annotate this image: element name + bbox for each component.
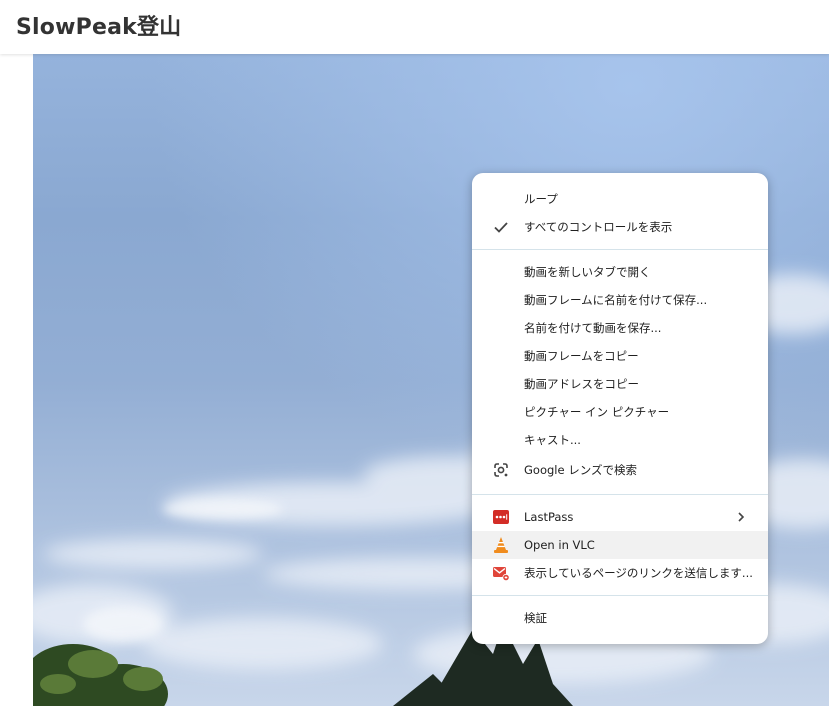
menu-item-google-lens[interactable]: Google レンズで検索 (472, 456, 768, 484)
menu-item-lastpass[interactable]: LastPass (472, 503, 768, 531)
menu-item-open-video-new-tab[interactable]: 動画を新しいタブで開く (472, 258, 768, 286)
menu-item-label: ピクチャー イン ピクチャー (524, 405, 670, 419)
menu-item-label: 検証 (524, 611, 547, 625)
menu-item-label: キャスト... (524, 433, 581, 447)
menu-item-label: 名前を付けて動画を保存... (524, 321, 662, 335)
google-lens-icon (494, 463, 508, 477)
menu-item-label: 動画を新しいタブで開く (524, 265, 651, 279)
menu-item-inspect[interactable]: 検証 (472, 604, 768, 632)
menu-item-picture-in-picture[interactable]: ピクチャー イン ピクチャー (472, 398, 768, 426)
vlc-icon (494, 537, 508, 553)
site-title[interactable]: SlowPeak登山 (16, 9, 181, 41)
menu-item-open-in-vlc[interactable]: Open in VLC (472, 531, 768, 559)
menu-item-show-all-controls[interactable]: すべてのコントロールを表示 (472, 213, 768, 241)
menu-item-label: 動画フレームをコピー (524, 349, 639, 363)
send-link-mail-icon (493, 567, 510, 582)
menu-separator (472, 249, 768, 250)
menu-item-copy-video-address[interactable]: 動画アドレスをコピー (472, 370, 768, 398)
menu-item-copy-frame[interactable]: 動画フレームをコピー (472, 342, 768, 370)
menu-item-save-frame-as[interactable]: 動画フレームに名前を付けて保存... (472, 286, 768, 314)
menu-item-label: 動画アドレスをコピー (524, 377, 639, 391)
checkmark-icon (494, 222, 508, 233)
menu-item-label: ループ (524, 192, 558, 206)
menu-item-save-video-as[interactable]: 名前を付けて動画を保存... (472, 314, 768, 342)
menu-item-cast[interactable]: キャスト... (472, 426, 768, 454)
menu-item-label: 表示しているページのリンクを送信します... (524, 566, 753, 580)
menu-item-send-page-link[interactable]: 表示しているページのリンクを送信します... (472, 559, 768, 587)
menu-separator (472, 595, 768, 596)
menu-item-label: Open in VLC (524, 538, 595, 552)
menu-item-loop[interactable]: ループ (472, 185, 768, 213)
lastpass-icon (493, 510, 509, 524)
chevron-right-icon (738, 512, 745, 522)
site-header: SlowPeak登山 (0, 0, 829, 54)
menu-item-label: すべてのコントロールを表示 (524, 220, 673, 234)
menu-item-label: Google レンズで検索 (524, 463, 637, 477)
menu-item-label: LastPass (524, 510, 574, 524)
video-context-menu: ループ すべてのコントロールを表示 動画を新しいタブで開く 動画フレームに名前を… (472, 173, 768, 644)
page-gutter (0, 54, 33, 706)
menu-item-label: 動画フレームに名前を付けて保存... (524, 293, 708, 307)
menu-separator (472, 494, 768, 495)
